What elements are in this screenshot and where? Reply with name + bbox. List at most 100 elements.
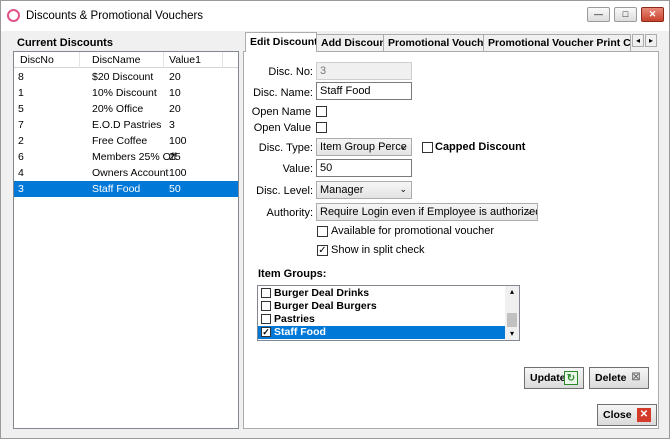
col-header-discname[interactable]: DiscName bbox=[92, 54, 140, 66]
value-cell: 50 bbox=[169, 183, 181, 195]
value-field[interactable]: 50 bbox=[316, 159, 412, 177]
disc-name-label: Disc. Name: bbox=[253, 87, 313, 99]
authority-dropdown[interactable]: Require Login even if Employee is author… bbox=[316, 203, 538, 221]
disc-name-cell: 20% Office bbox=[92, 103, 144, 115]
disc-no-field: 3 bbox=[316, 62, 412, 80]
open-name-checkbox[interactable] bbox=[316, 106, 327, 117]
value-cell: 20 bbox=[169, 103, 181, 115]
table-row[interactable]: 2 Free Coffee 100 bbox=[14, 133, 238, 149]
disc-type-label: Disc. Type: bbox=[258, 142, 313, 154]
disc-name-cell: Owners Account bbox=[92, 167, 169, 179]
disc-name-cell: Free Coffee bbox=[92, 135, 148, 147]
disc-level-dropdown[interactable]: Manager ⌄ bbox=[316, 181, 412, 199]
table-row[interactable]: 1 10% Discount 10 bbox=[14, 85, 238, 101]
minimize-button[interactable]: — bbox=[587, 7, 610, 22]
table-row[interactable]: 5 20% Office 20 bbox=[14, 101, 238, 117]
item-group-checkbox[interactable] bbox=[261, 314, 271, 324]
authority-value: Require Login even if Employee is author… bbox=[320, 206, 538, 218]
delete-button[interactable]: Delete ☒ bbox=[589, 367, 649, 389]
item-groups-list[interactable]: Burger Deal Drinks Burger Deal Burgers Pas… bbox=[257, 285, 520, 341]
disc-type-value: Item Group Perce bbox=[320, 141, 407, 153]
table-row[interactable]: 8 $20 Discount 20 bbox=[14, 69, 238, 85]
col-header-discno[interactable]: DiscNo bbox=[20, 54, 54, 66]
item-group-checkbox[interactable]: ✓ bbox=[261, 327, 271, 337]
chevron-down-icon: ⌄ bbox=[399, 141, 407, 151]
disc-name-cell: Members 25% Off bbox=[92, 151, 177, 163]
value-cell: 3 bbox=[169, 119, 175, 131]
open-name-label: Open Name bbox=[251, 106, 311, 118]
capped-discount-label: Capped Discount bbox=[435, 141, 526, 153]
value-cell: 10 bbox=[169, 87, 181, 99]
disc-level-value: Manager bbox=[320, 184, 364, 196]
promo-voucher-label: Available for promotional voucher bbox=[331, 225, 495, 237]
item-group-label: Pastries bbox=[274, 313, 315, 325]
chevron-down-icon: ⌄ bbox=[399, 184, 407, 194]
discounts-window: Discounts & Promotional Vouchers — □ ✕ C… bbox=[0, 0, 670, 439]
disc-no-cell: 8 bbox=[18, 71, 24, 83]
value-cell: 100 bbox=[169, 167, 187, 179]
disc-name-cell: 10% Discount bbox=[92, 87, 157, 99]
item-group-checkbox[interactable] bbox=[261, 288, 271, 298]
table-row[interactable]: 3 Staff Food 50 bbox=[14, 181, 238, 197]
disc-no-cell: 6 bbox=[18, 151, 24, 163]
disc-no-cell: 1 bbox=[18, 87, 24, 99]
item-groups-header: Item Groups: bbox=[258, 268, 327, 280]
disc-no-cell: 5 bbox=[18, 103, 24, 115]
tab-scroll-left-icon[interactable]: ◂ bbox=[632, 34, 644, 47]
disc-type-dropdown[interactable]: Item Group Perce ⌄ bbox=[316, 138, 412, 156]
current-discounts-header: Current Discounts bbox=[17, 37, 113, 49]
promo-voucher-checkbox[interactable] bbox=[317, 226, 328, 237]
window-title: Discounts & Promotional Vouchers bbox=[26, 10, 204, 22]
tab-add-discount[interactable]: Add Discount bbox=[316, 34, 384, 51]
value-cell: 20 bbox=[169, 71, 181, 83]
tab-edit-discounts[interactable]: Edit Discounts bbox=[245, 32, 317, 52]
trash-icon: ☒ bbox=[631, 372, 641, 383]
disc-no-cell: 4 bbox=[18, 167, 24, 179]
refresh-icon: ↻ bbox=[564, 371, 578, 385]
col-header-value1[interactable]: Value1 bbox=[169, 54, 201, 66]
list-item[interactable]: Pastries bbox=[258, 313, 506, 326]
list-item[interactable]: Burger Deal Burgers bbox=[258, 300, 506, 313]
tab-voucher-print-config[interactable]: Promotional Voucher Print Confi bbox=[483, 34, 631, 51]
table-row[interactable]: 4 Owners Account 100 bbox=[14, 165, 238, 181]
chevron-down-icon: ⌄ bbox=[525, 206, 533, 216]
table-row[interactable]: 6 Members 25% Off 25 bbox=[14, 149, 238, 165]
list-item[interactable]: ✓ Staff Food bbox=[258, 326, 506, 339]
disc-no-cell: 7 bbox=[18, 119, 24, 131]
split-check-checkbox[interactable]: ✓ bbox=[317, 245, 328, 256]
capped-discount-checkbox[interactable] bbox=[422, 142, 433, 153]
maximize-button[interactable]: □ bbox=[614, 7, 637, 22]
item-group-checkbox[interactable] bbox=[261, 301, 271, 311]
item-group-label: Staff Food bbox=[274, 326, 326, 338]
authority-label: Authority: bbox=[266, 207, 313, 219]
update-button[interactable]: Update ↻ bbox=[524, 367, 584, 389]
update-button-label: Update bbox=[530, 372, 566, 384]
delete-button-label: Delete bbox=[595, 372, 627, 384]
tab-scroll-right-icon[interactable]: ▸ bbox=[645, 34, 657, 47]
disc-no-cell: 2 bbox=[18, 135, 24, 147]
value-label: Value: bbox=[282, 163, 313, 175]
title-bar: Discounts & Promotional Vouchers — □ ✕ bbox=[1, 1, 669, 31]
split-check-label: Show in split check bbox=[331, 244, 425, 256]
discount-list[interactable]: DiscNo DiscName Value1 8 $20 Discount 20 1 1… bbox=[13, 51, 239, 429]
table-row[interactable]: 7 E.O.D Pastries 3 bbox=[14, 117, 238, 133]
item-group-label: Burger Deal Drinks bbox=[274, 287, 370, 299]
disc-name-field[interactable]: Staff Food bbox=[316, 82, 412, 100]
disc-name-cell: E.O.D Pastries bbox=[92, 119, 162, 131]
open-value-label: Open Value bbox=[253, 122, 311, 134]
open-value-checkbox[interactable] bbox=[316, 122, 327, 133]
disc-name-cell: Staff Food bbox=[92, 183, 141, 195]
item-groups-scrollbar[interactable]: ▴ ▾ bbox=[505, 286, 519, 340]
scroll-up-icon[interactable]: ▴ bbox=[505, 286, 519, 298]
close-window-button[interactable]: ✕ bbox=[641, 7, 664, 22]
close-button[interactable]: Close ✕ bbox=[597, 404, 657, 426]
close-button-label: Close bbox=[603, 409, 632, 421]
scroll-thumb[interactable] bbox=[507, 313, 517, 327]
list-header: DiscNo DiscName Value1 bbox=[14, 52, 238, 68]
close-icon: ✕ bbox=[637, 408, 651, 422]
list-item[interactable]: Burger Deal Drinks bbox=[258, 287, 506, 300]
disc-name-cell: $20 Discount bbox=[92, 71, 154, 83]
value-cell: 25 bbox=[169, 151, 181, 163]
tab-promotional-voucher[interactable]: Promotional Voucher bbox=[383, 34, 484, 51]
scroll-down-icon[interactable]: ▾ bbox=[505, 328, 519, 340]
